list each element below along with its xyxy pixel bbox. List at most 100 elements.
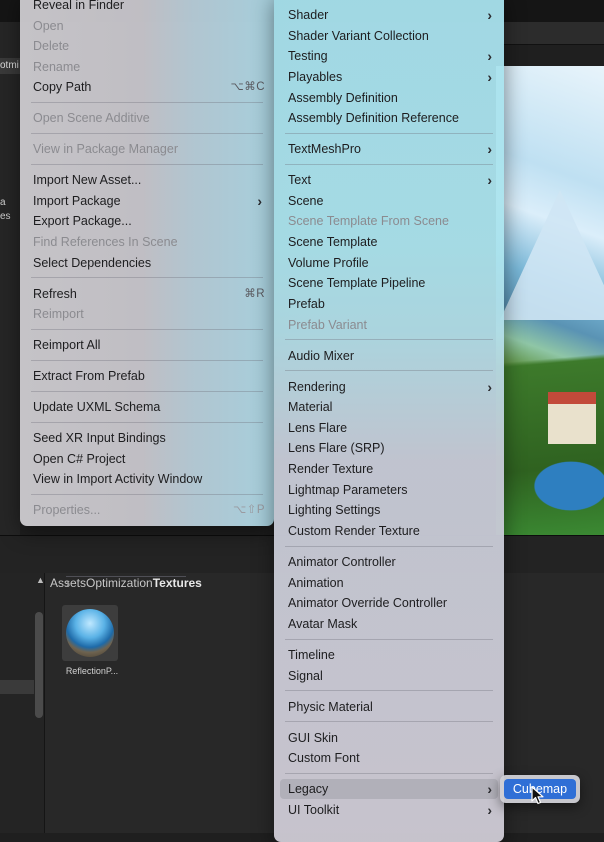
menu-separator bbox=[285, 164, 493, 165]
scene-mountain bbox=[500, 190, 604, 320]
menu-item-scene-template[interactable]: Scene Template bbox=[274, 232, 504, 252]
menu-item-import-package[interactable]: Import Package › bbox=[20, 191, 274, 211]
menu-item-animator-controller[interactable]: Animator Controller bbox=[274, 552, 504, 572]
menu-item-testing[interactable]: Testing › bbox=[274, 46, 504, 66]
menu-item-avatar-mask[interactable]: Avatar Mask bbox=[274, 614, 504, 634]
chevron-right-icon: › bbox=[487, 379, 492, 395]
menu-separator bbox=[31, 391, 263, 392]
asset-label: ReflectionP... bbox=[65, 666, 119, 676]
menu-item-open-scene-additive: Open Scene Additive bbox=[33, 111, 150, 125]
menu-separator bbox=[285, 721, 493, 722]
menu-item-properties: Properties... ⌥⇧P bbox=[20, 500, 274, 520]
chevron-right-icon: › bbox=[487, 141, 492, 157]
menu-item-update-uxml-schema[interactable]: Update UXML Schema bbox=[20, 397, 274, 417]
menu-item-lens-flare-srp[interactable]: Lens Flare (SRP) bbox=[274, 438, 504, 458]
menu-item-reimport: Reimport bbox=[33, 307, 84, 321]
menu-item-animation[interactable]: Animation bbox=[274, 573, 504, 593]
menu-item-prefab[interactable]: Prefab bbox=[274, 294, 504, 314]
menu-item-prefab-variant: Prefab Variant bbox=[288, 318, 367, 332]
menu-separator bbox=[285, 546, 493, 547]
scene-house bbox=[548, 392, 596, 444]
menu-separator bbox=[31, 102, 263, 103]
shortcut-text: ⌥⇧P bbox=[232, 504, 265, 516]
menu-item-lens-flare[interactable]: Lens Flare bbox=[274, 418, 504, 438]
menu-item-copy-path[interactable]: Copy Path ⌥⌘C bbox=[20, 77, 274, 97]
menu-item-lightmap-parameters[interactable]: Lightmap Parameters bbox=[274, 480, 504, 500]
menu-item-ui-toolkit[interactable]: UI Toolkit › bbox=[274, 800, 504, 820]
project-tree-scrollbar[interactable] bbox=[35, 612, 43, 718]
menu-item-view-in-import-activity-window[interactable]: View in Import Activity Window bbox=[20, 469, 274, 489]
menu-item-shader-variant-collection[interactable]: Shader Variant Collection bbox=[274, 26, 504, 46]
menu-separator bbox=[285, 690, 493, 691]
menu-item-seed-xr-input-bindings[interactable]: Seed XR Input Bindings bbox=[20, 428, 274, 448]
menu-item-rename: Rename bbox=[33, 60, 81, 74]
menu-item-legacy[interactable]: Legacy › bbox=[280, 779, 498, 799]
chevron-right-icon: › bbox=[487, 781, 492, 797]
menu-item-import-new-asset[interactable]: Import New Asset... bbox=[20, 170, 274, 190]
menu-item-audio-mixer[interactable]: Audio Mixer bbox=[274, 346, 504, 366]
chevron-right-icon: › bbox=[487, 802, 492, 818]
hierarchy-text: es bbox=[0, 211, 11, 222]
menu-separator bbox=[31, 164, 263, 165]
menu-item-render-texture[interactable]: Render Texture bbox=[274, 459, 504, 479]
collapse-up-icon[interactable]: ▲ bbox=[36, 575, 45, 585]
menu-item-physic-material[interactable]: Physic Material bbox=[274, 697, 504, 717]
chevron-right-icon: › bbox=[257, 193, 262, 209]
menu-separator bbox=[31, 133, 263, 134]
scene-view-header bbox=[500, 22, 604, 45]
menu-item-gui-skin[interactable]: GUI Skin bbox=[274, 728, 504, 748]
hierarchy-text: a bbox=[0, 197, 6, 208]
menu-separator bbox=[31, 494, 263, 495]
menu-item-lighting-settings[interactable]: Lighting Settings bbox=[274, 500, 504, 520]
menu-item-volume-profile[interactable]: Volume Profile bbox=[274, 253, 504, 273]
chevron-right-icon: › bbox=[487, 48, 492, 64]
breadcrumb-optimization[interactable]: Optimization bbox=[86, 576, 153, 590]
project-folder-tree-selection[interactable] bbox=[0, 680, 34, 694]
menu-item-open-csharp-project[interactable]: Open C# Project bbox=[20, 449, 274, 469]
menu-item-material[interactable]: Material bbox=[274, 397, 504, 417]
menu-item-reimport-all[interactable]: Reimport All bbox=[20, 335, 274, 355]
menu-separator bbox=[285, 773, 493, 774]
hierarchy-tab[interactable]: otmi bbox=[0, 58, 20, 74]
menu-separator bbox=[285, 639, 493, 640]
menu-separator bbox=[31, 422, 263, 423]
breadcrumb-textures[interactable]: Textures bbox=[153, 576, 202, 590]
chevron-right-icon: › bbox=[487, 172, 492, 188]
menu-separator bbox=[285, 370, 493, 371]
menu-separator bbox=[285, 133, 493, 134]
reflection-probe-sphere-icon bbox=[66, 609, 114, 657]
menu-item-animator-override-controller[interactable]: Animator Override Controller bbox=[274, 593, 504, 613]
breadcrumb: Assets › Optimization › Textures bbox=[50, 576, 202, 590]
menu-item-textmeshpro[interactable]: TextMeshPro › bbox=[274, 139, 504, 159]
shortcut-text: ⌘R bbox=[244, 288, 265, 300]
menu-item-assembly-definition[interactable]: Assembly Definition bbox=[274, 88, 504, 108]
hierarchy-panel-edge bbox=[0, 22, 20, 542]
menu-item-export-package[interactable]: Export Package... bbox=[20, 211, 274, 231]
menu-item-custom-render-texture[interactable]: Custom Render Texture bbox=[274, 521, 504, 541]
menu-item-playables[interactable]: Playables › bbox=[274, 67, 504, 87]
menu-item-timeline[interactable]: Timeline bbox=[274, 645, 504, 665]
menu-item-select-dependencies[interactable]: Select Dependencies bbox=[20, 253, 274, 273]
menu-item-delete: Delete bbox=[33, 39, 70, 53]
shortcut-text: ⌥⌘C bbox=[230, 81, 265, 93]
menu-item-custom-font[interactable]: Custom Font bbox=[274, 748, 504, 768]
asset-thumbnail[interactable] bbox=[62, 605, 118, 661]
mouse-cursor-icon bbox=[531, 786, 544, 805]
chevron-right-icon: › bbox=[487, 7, 492, 23]
menu-item-assembly-definition-reference[interactable]: Assembly Definition Reference bbox=[274, 108, 504, 128]
menu-item-scene[interactable]: Scene bbox=[274, 191, 504, 211]
assets-context-menu: Reveal in Finder Open Delete Rename Copy… bbox=[20, 0, 274, 526]
menu-item-scene-template-pipeline[interactable]: Scene Template Pipeline bbox=[274, 273, 504, 293]
menu-item-rendering[interactable]: Rendering › bbox=[274, 377, 504, 397]
menu-item-text[interactable]: Text › bbox=[274, 170, 504, 190]
menu-item-reveal-in-finder[interactable]: Reveal in Finder bbox=[20, 0, 274, 15]
menu-item-shader[interactable]: Shader › bbox=[274, 5, 504, 25]
menu-item-signal[interactable]: Signal bbox=[274, 666, 504, 686]
menu-separator bbox=[31, 329, 263, 330]
menu-item-refresh[interactable]: Refresh ⌘R bbox=[20, 284, 274, 304]
menu-item-extract-from-prefab[interactable]: Extract From Prefab bbox=[20, 366, 274, 386]
menu-item-scene-template-from-scene: Scene Template From Scene bbox=[288, 214, 449, 228]
menu-separator bbox=[285, 339, 493, 340]
menu-separator bbox=[31, 277, 263, 278]
breadcrumb-separator-icon: › bbox=[66, 576, 186, 590]
